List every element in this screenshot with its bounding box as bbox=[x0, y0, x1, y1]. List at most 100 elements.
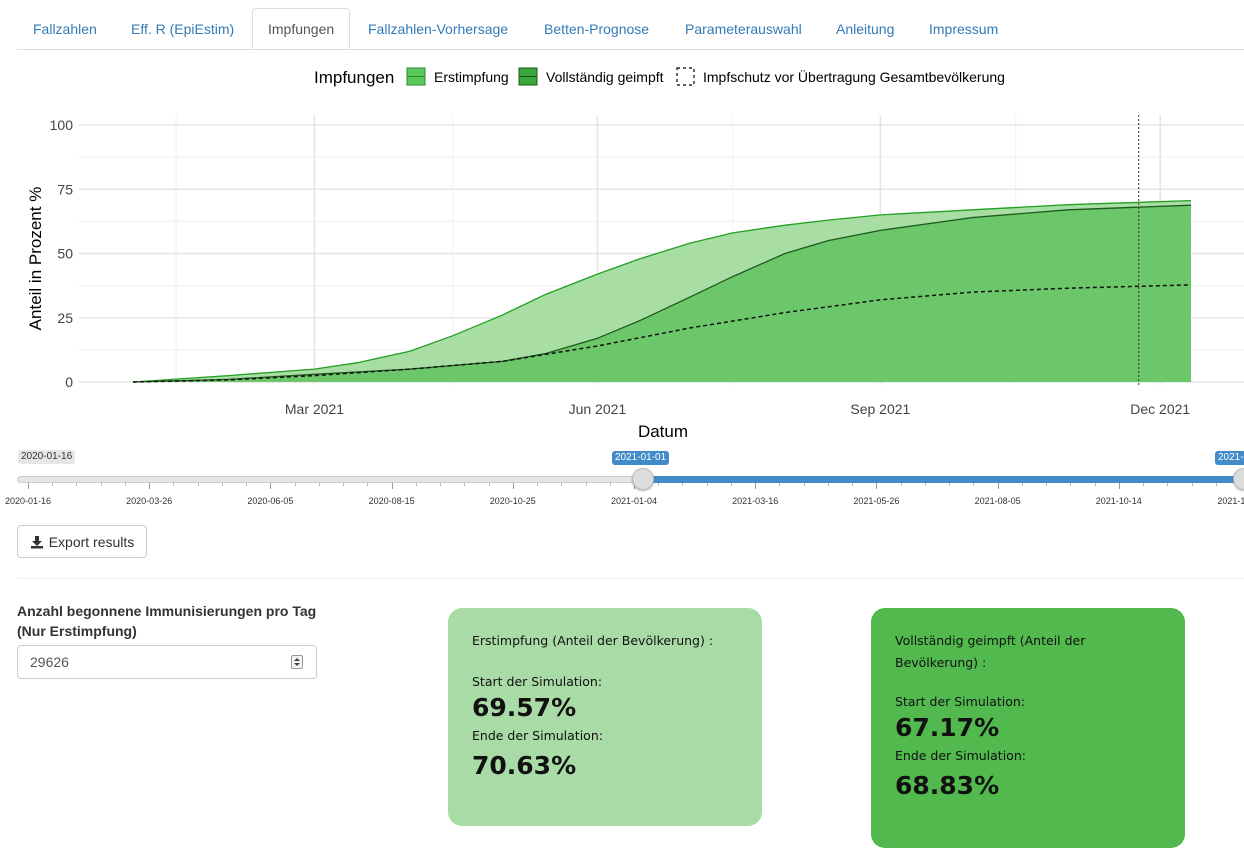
slider-minor-tick bbox=[1070, 483, 1072, 486]
slider-minor-tick bbox=[197, 483, 199, 486]
export-results-label: Export results bbox=[48, 533, 135, 550]
slider-minor-tick bbox=[900, 483, 902, 486]
slider-grid-label: 2020-03-26 bbox=[126, 496, 173, 506]
legend-swatch-protection bbox=[676, 67, 695, 86]
slider-minor-tick bbox=[1046, 483, 1048, 486]
legend-label-protection: Impfschutz vor Übertragung Gesamtbevölke… bbox=[703, 68, 1005, 85]
slider-minor-tick bbox=[440, 483, 442, 486]
tab-fallzahlen[interactable]: Fallzahlen bbox=[33, 8, 97, 48]
slider-minor-tick bbox=[1191, 483, 1193, 486]
slider-minor-tick bbox=[124, 483, 126, 486]
slider-minor-tick bbox=[730, 483, 732, 486]
slider-grid-label: 2021-01-04 bbox=[610, 496, 658, 506]
slider-minor-tick bbox=[100, 483, 102, 486]
fully-vaccinated-end-value: 68.83% bbox=[895, 771, 1000, 800]
y-tick-label: 0 bbox=[65, 374, 73, 390]
x-tick-label: Sep 2021 bbox=[850, 401, 910, 417]
slider-selected-range bbox=[643, 476, 1244, 483]
slider-minor-tick bbox=[779, 483, 781, 486]
fully-vaccinated-start-value: 67.17% bbox=[895, 713, 1000, 742]
slider-to-label: 2021-12-11 bbox=[1215, 451, 1244, 465]
tab-impfungen[interactable]: Impfungen bbox=[252, 8, 351, 49]
slider-tick bbox=[512, 483, 514, 489]
slider-minor-tick bbox=[1094, 483, 1096, 486]
x-tick-label: Dec 2021 bbox=[1130, 401, 1190, 417]
slider-minor-tick bbox=[367, 483, 369, 486]
slider-grid-label: 2020-06-05 bbox=[247, 496, 294, 506]
slider-minor-tick bbox=[585, 483, 587, 486]
first-dose-box: Erstimpfung (Anteil der Bevölkerung) : S… bbox=[448, 608, 762, 826]
fully-vaccinated-header: Vollständig geimpft (Anteil der Bevölker… bbox=[895, 633, 1086, 670]
nav-tabs: Fallzahlen Eff. R (EpiEstim) Impfungen F… bbox=[17, 8, 1244, 50]
x-tick-label: Mar 2021 bbox=[285, 401, 344, 417]
slider-grid-label: 2020-08-15 bbox=[368, 496, 415, 506]
number-spinner[interactable] bbox=[291, 655, 303, 669]
slider-min-label: 2020-01-16 bbox=[18, 450, 76, 464]
y-axis-title: Anteil in Prozent % bbox=[26, 187, 45, 331]
first-dose-end-label: Ende der Simulation: bbox=[472, 728, 603, 743]
immunisation-input-value: 29626 bbox=[30, 654, 69, 670]
slider-minor-tick bbox=[76, 483, 78, 486]
slider-grid-label: 2021-08-05 bbox=[974, 496, 1021, 506]
tab-parameterauswahl[interactable]: Parameterauswahl bbox=[685, 8, 802, 48]
tab-impressum[interactable]: Impressum bbox=[929, 8, 998, 48]
fully-vaccinated-end-label: Ende der Simulation: bbox=[895, 748, 1026, 763]
immunisation-input-label: Anzahl begonnene Immunisierungen pro Tag… bbox=[17, 603, 317, 639]
slider-minor-tick bbox=[658, 483, 660, 486]
divider bbox=[17, 578, 1244, 579]
slider-tick bbox=[876, 483, 878, 489]
slider-tick bbox=[391, 483, 393, 489]
slider-handle-from[interactable] bbox=[632, 468, 654, 490]
first-dose-start-value: 69.57% bbox=[472, 693, 577, 722]
export-results-button[interactable]: Export results bbox=[17, 525, 147, 558]
slider-minor-tick bbox=[246, 483, 248, 486]
slider-tick bbox=[1118, 483, 1120, 489]
fully-vaccinated-box: Vollständig geimpft (Anteil der Bevölker… bbox=[871, 608, 1185, 848]
slider-minor-tick bbox=[682, 483, 684, 486]
slider-minor-tick bbox=[1215, 483, 1217, 486]
slider-minor-tick bbox=[852, 483, 854, 486]
tab-fallzahlen-vorhersage[interactable]: Fallzahlen-Vorhersage bbox=[368, 8, 508, 48]
slider-minor-tick bbox=[464, 483, 466, 486]
slider-minor-tick bbox=[803, 483, 805, 486]
slider-minor-tick bbox=[609, 483, 611, 486]
immunisation-input[interactable]: 29626 bbox=[17, 645, 317, 679]
slider-grid-label: 2021-03-16 bbox=[732, 496, 779, 506]
slider-minor-tick bbox=[415, 483, 417, 486]
slider-minor-tick bbox=[343, 483, 345, 486]
slider-minor-tick bbox=[52, 483, 54, 486]
date-range-slider[interactable]: 2020-01-16 2021-01-01 2021-12-11 2020-01… bbox=[0, 445, 1244, 515]
tab-anleitung[interactable]: Anleitung bbox=[836, 8, 894, 48]
slider-tick bbox=[28, 483, 29, 489]
download-icon bbox=[30, 535, 43, 548]
slider-minor-tick bbox=[949, 483, 951, 486]
slider-minor-tick bbox=[173, 483, 175, 486]
fully-vaccinated-start-label: Start der Simulation: bbox=[895, 694, 1026, 709]
slider-grid-label: 2020-10-25 bbox=[489, 496, 536, 506]
slider-minor-tick bbox=[488, 483, 490, 486]
tab-eff-r[interactable]: Eff. R (EpiEstim) bbox=[131, 8, 234, 48]
slider-grid-label: 2021-10-14 bbox=[1095, 496, 1142, 506]
slider-grid-label: 2021-05-26 bbox=[853, 496, 900, 506]
first-dose-end-value: 70.63% bbox=[472, 751, 577, 780]
slider-tick bbox=[755, 483, 757, 489]
legend-title: Impfungen bbox=[314, 68, 394, 87]
slider-minor-tick bbox=[537, 483, 539, 486]
first-dose-start-label: Start der Simulation: bbox=[472, 674, 603, 689]
slider-from-label: 2021-01-01 bbox=[612, 451, 670, 465]
slider-tick bbox=[997, 483, 999, 489]
slider-handle-to[interactable] bbox=[1233, 468, 1244, 490]
slider-minor-tick bbox=[924, 483, 926, 486]
slider-minor-tick bbox=[1167, 483, 1169, 486]
x-tick-label: Jun 2021 bbox=[569, 401, 627, 417]
first-dose-header: Erstimpfung (Anteil der Bevölkerung) : bbox=[472, 633, 714, 648]
vaccination-chart: Impfungen Erstimpfung Vollständig geimpf… bbox=[26, 67, 1244, 441]
slider-minor-tick bbox=[973, 483, 975, 486]
slider-minor-tick bbox=[221, 483, 223, 486]
slider-minor-tick bbox=[827, 483, 829, 486]
slider-grid-label: 2020-01-16 bbox=[4, 496, 52, 506]
legend-label-first: Erstimpfung bbox=[434, 69, 509, 85]
tab-betten-prognose[interactable]: Betten-Prognose bbox=[544, 8, 649, 48]
legend-label-full: Vollständig geimpft bbox=[546, 69, 664, 85]
slider-tick bbox=[149, 483, 151, 489]
